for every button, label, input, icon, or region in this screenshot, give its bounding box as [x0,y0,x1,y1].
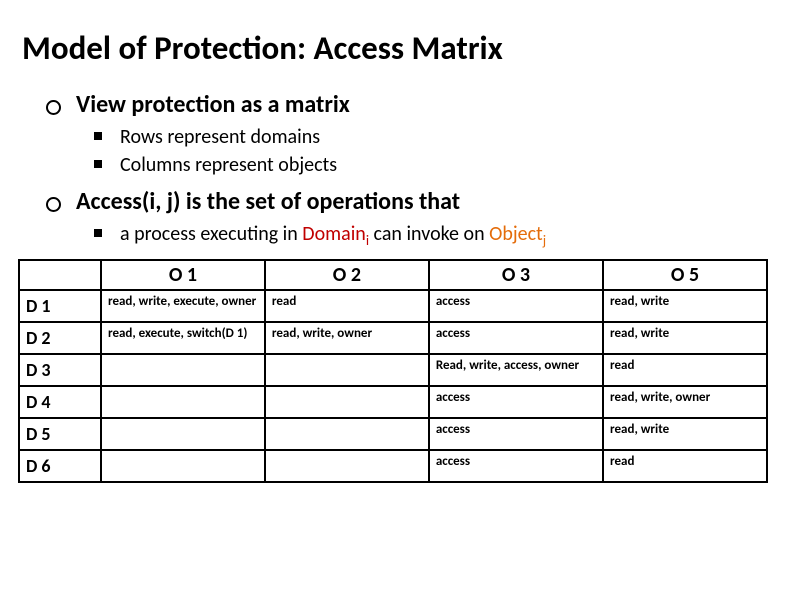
table-header-row: O 1 O 2 O 3 O 5 [19,260,767,290]
subbullet-list: Rows represent domains Columns represent… [76,123,776,179]
table-cell: access [429,322,603,354]
subbullet-item: Columns represent objects [94,151,776,179]
term-object: Object [489,222,543,246]
table-cell: read [265,290,429,322]
table-row: D 6 accessread [19,450,767,482]
term-domain: Domain [302,222,366,246]
access-matrix-table: O 1 O 2 O 3 O 5 D 1read, write, execute,… [18,259,768,483]
table-cell [265,450,429,482]
col-header: O 1 [101,260,265,290]
col-header: O 3 [429,260,603,290]
bullet-item: Access(i, j) is the set of operations th… [46,187,776,251]
table-cell: read [603,354,767,386]
table-cell: read [603,450,767,482]
bullet-text: Access(i, j) is the set of operations th… [76,187,460,216]
row-header: D 1 [19,290,101,322]
col-header: O 2 [265,260,429,290]
subbullet-list: a process executing in Domaini can invok… [76,220,776,251]
subbullet-text: can invoke on [369,222,489,246]
table-cell [101,450,265,482]
table-cell [265,354,429,386]
table-row: D 5 accessread, write [19,418,767,450]
table-cell [265,386,429,418]
table-cell [101,354,265,386]
bullet-text: View protection as a matrix [76,90,350,119]
table-cell: access [429,386,603,418]
table-cell [265,418,429,450]
table-cell [101,418,265,450]
bullet-list: View protection as a matrix Rows represe… [18,90,776,251]
row-header: D 5 [19,418,101,450]
row-header: D 4 [19,386,101,418]
table-row: D 4 accessread, write, owner [19,386,767,418]
col-header [19,260,101,290]
table-cell: read, execute, switch(D 1) [101,322,265,354]
table-cell: read, write, execute, owner [101,290,265,322]
table-cell: access [429,290,603,322]
table-cell: Read, write, access, owner [429,354,603,386]
table-cell: access [429,450,603,482]
table-cell: access [429,418,603,450]
subscript-j: j [543,232,546,249]
table-cell: read, write [603,322,767,354]
subbullet-text: a process executing in [120,222,302,246]
subbullet-item: a process executing in Domaini can invok… [94,220,776,251]
table-cell: read, write [603,290,767,322]
subbullet-item: Rows represent domains [94,123,776,151]
table-row: D 2read, execute, switch(D 1)read, write… [19,322,767,354]
col-header: O 5 [603,260,767,290]
table-row: D 3 Read, write, access, ownerread [19,354,767,386]
row-header: D 3 [19,354,101,386]
slide-title: Model of Protection: Access Matrix [22,28,776,68]
table-cell: read, write, owner [265,322,429,354]
bullet-item: View protection as a matrix Rows represe… [46,90,776,179]
table-cell [101,386,265,418]
row-header: D 2 [19,322,101,354]
table-cell: read, write [603,418,767,450]
table-cell: read, write, owner [603,386,767,418]
row-header: D 6 [19,450,101,482]
table-row: D 1read, write, execute, ownerreadaccess… [19,290,767,322]
